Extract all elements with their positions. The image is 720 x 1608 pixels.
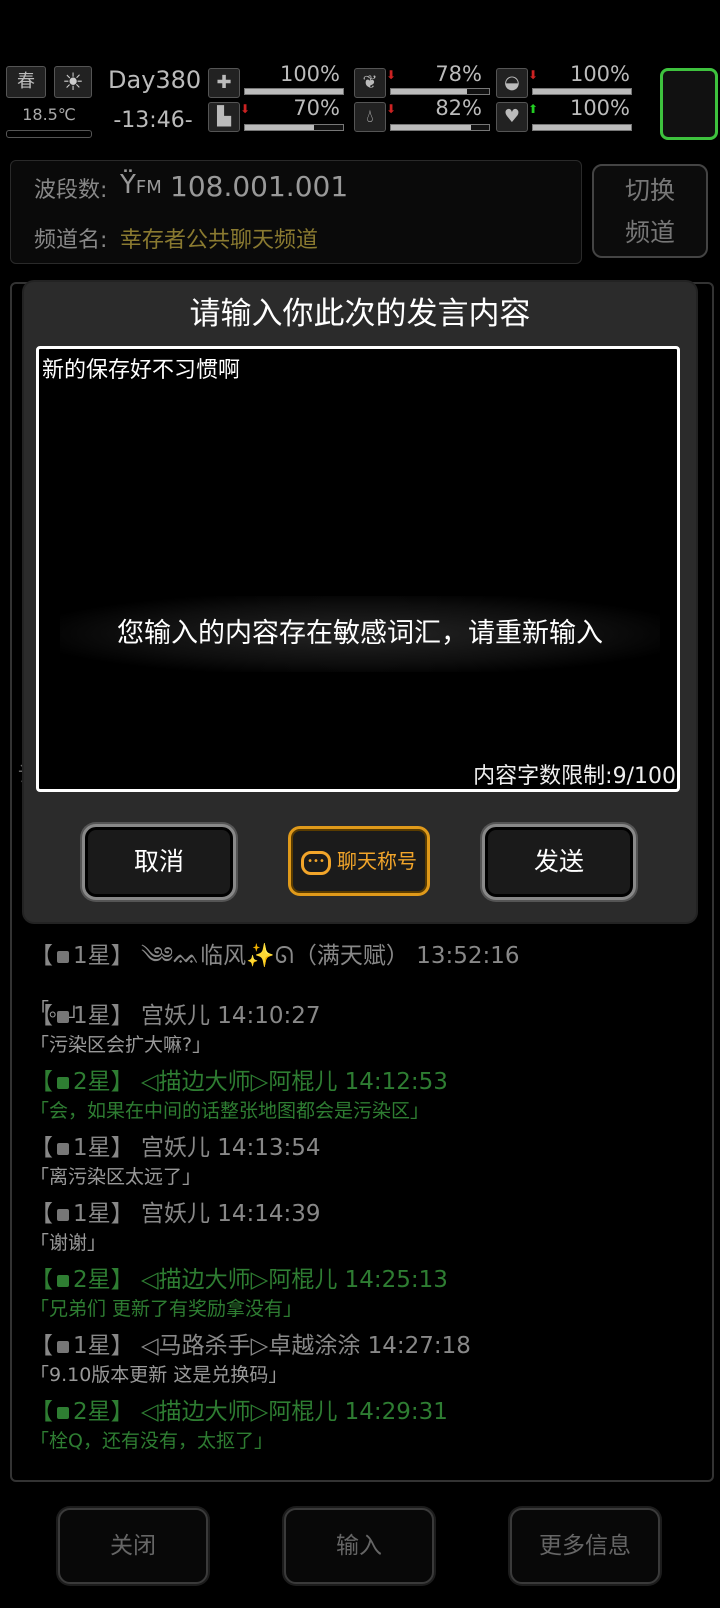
water-value: 82% <box>435 96 482 120</box>
mood-value: 100% <box>569 96 630 120</box>
chat-title-button[interactable]: ••• 聊天称号 <box>288 826 430 896</box>
message-header: 1星】 宫妖儿 14:13:54 <box>73 1135 321 1161</box>
switch-channel-button[interactable]: 切换 频道 <box>592 164 708 258</box>
message-body: 「谢谢」 <box>30 1232 107 1254</box>
channel-name: 幸存者公共聊天频道 <box>120 228 319 253</box>
send-button[interactable]: 发送 <box>482 824 636 900</box>
health-value: 100% <box>279 62 340 86</box>
water-bar <box>390 124 490 131</box>
chat-message: 【 1星】 ◁马路杀手▷卓越涂涂 14:27:18 「9.10版本更新 这是兑换码」 <box>30 1326 471 1387</box>
message-body: 「离污染区太远了」 <box>30 1166 202 1188</box>
dialog-title: 请输入你此次的发言内容 <box>189 296 531 332</box>
stamina-bar <box>244 124 344 131</box>
message-body: 「9.10版本更新 这是兑换码」 <box>30 1364 288 1386</box>
message-body: 「会，如果在中间的话整张地图都会是污染区」 <box>30 1100 430 1122</box>
stomach-bar <box>390 88 490 95</box>
more-info-button[interactable]: 更多信息 <box>510 1508 660 1584</box>
rank-badge-icon <box>57 1142 69 1155</box>
chat-bubble-icon: ••• <box>301 850 331 875</box>
bracket: 【 <box>30 1003 53 1029</box>
switch-label-1: 切换 <box>624 176 675 205</box>
rank-badge-icon <box>57 1010 69 1023</box>
bracket: 【 <box>30 1201 53 1227</box>
antenna-icon: ŸFM <box>120 170 162 200</box>
band-unit: FM <box>135 177 162 198</box>
message-header: 1星】 ◁马路杀手▷卓越涂涂 14:27:18 <box>73 1333 471 1359</box>
chat-title-label: 聊天称号 <box>337 849 417 873</box>
day-counter: Day380 <box>108 66 202 94</box>
temperature-bar <box>6 130 92 138</box>
message-input-value[interactable]: 新的保存好不习惯啊 <box>42 352 240 384</box>
message-header: 2星】 ◁描边大师▷阿棍儿 14:12:53 <box>73 1069 448 1095</box>
input-button[interactable]: 输入 <box>284 1508 434 1584</box>
rank-badge-icon <box>57 1208 69 1221</box>
message-body: 「兄弟们 更新了有奖励拿没有」 <box>30 1298 303 1320</box>
sun-icon: ☀ <box>54 66 92 98</box>
medkit-icon: ✚ <box>208 68 240 98</box>
message-body: 「污染区会扩大嘛?」 <box>30 1034 212 1056</box>
bracket: 【 <box>30 1333 53 1359</box>
game-clock: -13:46- <box>113 108 193 133</box>
chat-message: 【 1星】 宫妖儿 14:13:54 「离污染区太远了」 <box>30 1128 321 1189</box>
message-input[interactable] <box>36 346 680 792</box>
water-drop-icon: 💧︎ <box>354 102 386 132</box>
quick-slot[interactable] <box>660 68 718 140</box>
rank-badge-icon <box>57 1340 69 1353</box>
rank-badge-icon <box>57 1406 69 1419</box>
cancel-button[interactable]: 取消 <box>82 824 236 900</box>
bracket: 【 <box>30 1135 53 1161</box>
mask-icon: ◒ <box>496 68 528 98</box>
chat-message: 【 2星】 ◁描边大师▷阿棍儿 14:25:13 「兄弟们 更新了有奖励拿没有」 <box>30 1260 448 1321</box>
health-bar <box>244 88 344 95</box>
bracket: 【 <box>30 943 53 969</box>
chat-message: 【 2星】 ◁描边大师▷阿棍儿 14:12:53 「会，如果在中间的话整张地图都会是… <box>30 1062 448 1123</box>
bracket: 【 <box>30 1399 53 1425</box>
chat-message: 【 1星】 宫妖儿 14:14:39 「谢谢」 <box>30 1194 321 1255</box>
band-value: 108.001.001 <box>170 170 349 203</box>
mood-bar <box>532 124 632 131</box>
bracket: 【 <box>30 1267 53 1293</box>
stamina-value: 70% <box>293 96 340 120</box>
channel-label: 频道名: <box>34 228 108 253</box>
message-header: 1星】 ༄༅ᨐ临风✨ᘏ（满天赋） 13:52:16 <box>73 943 520 969</box>
close-button[interactable]: 关闭 <box>58 1508 208 1584</box>
oxygen-value: 100% <box>569 62 630 86</box>
rank-badge-icon <box>57 1076 69 1089</box>
temperature-label: 18.5℃ <box>22 105 76 124</box>
stomach-icon: ❦ <box>354 68 386 98</box>
band-label: 波段数: <box>34 178 108 203</box>
heart-icon: ♥ <box>496 102 528 132</box>
boot-icon: ▙ <box>208 102 240 132</box>
message-header: 1星】 宫妖儿 14:14:39 <box>73 1201 321 1227</box>
switch-label-2: 频道 <box>624 218 675 247</box>
message-header: 2星】 ◁描边大师▷阿棍儿 14:25:13 <box>73 1267 448 1293</box>
oxygen-bar <box>532 88 632 95</box>
message-body: 「栓Q，还有没有，太抠了」 <box>30 1430 273 1452</box>
season-indicator: 春 <box>6 66 46 98</box>
stomach-value: 78% <box>435 62 482 86</box>
bracket: 【 <box>30 1069 53 1095</box>
chat-message: 【 2星】 ◁描边大师▷阿棍儿 14:29:31 「栓Q，还有没有，太抠了」 <box>30 1392 448 1453</box>
chat-message: 【 1星】 宫妖儿 14:10:27 「污染区会扩大嘛?」 <box>30 996 321 1057</box>
rank-badge-icon <box>57 1274 69 1287</box>
message-header: 2星】 ◁描边大师▷阿棍儿 14:29:31 <box>73 1399 448 1425</box>
message-header: 1星】 宫妖儿 14:10:27 <box>73 1003 321 1029</box>
rank-badge-icon <box>57 950 69 963</box>
char-counter: 内容字数限制:9/100 <box>473 764 676 789</box>
sensitive-word-toast: 您输入的内容存在敏感词汇，请重新输入 <box>60 596 660 672</box>
